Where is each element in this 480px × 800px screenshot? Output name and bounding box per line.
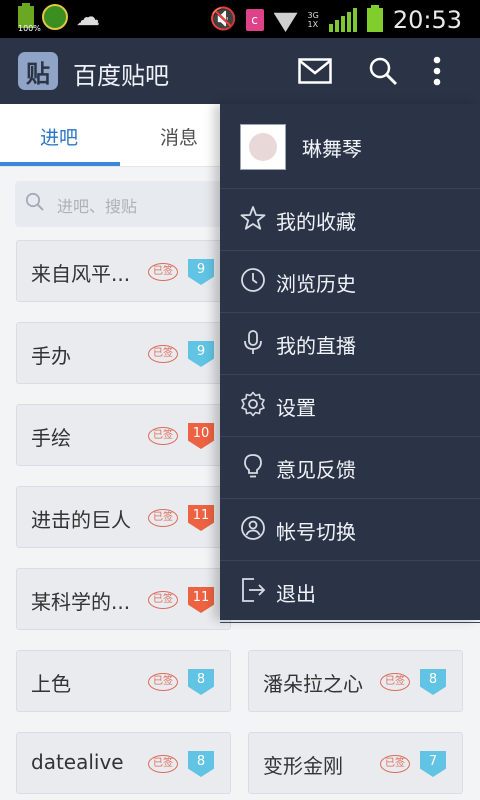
weather-icon: ☁ xyxy=(76,3,100,31)
app-bar: 贴 百度贴吧 xyxy=(0,38,480,104)
signed-stamp-icon: 已签 xyxy=(148,673,178,691)
clock-time: 20:53 xyxy=(392,6,462,34)
level-badge: 11 xyxy=(188,505,214,531)
drawer-item-label: 设置 xyxy=(276,396,316,420)
signed-stamp-icon: 已签 xyxy=(148,263,178,281)
network-type: 3G 1X xyxy=(308,11,319,29)
drawer-item[interactable]: 意见反馈 xyxy=(220,436,480,499)
signed-stamp-icon: 已签 xyxy=(148,591,178,609)
drawer-item[interactable]: 浏览历史 xyxy=(220,250,480,313)
network-type-label: 3G xyxy=(307,11,319,20)
clock-icon xyxy=(240,267,266,293)
search-input[interactable]: 进吧、搜贴 xyxy=(15,181,226,227)
tab-indicator xyxy=(0,162,120,166)
forum-card[interactable]: 上色 已签 8 xyxy=(16,650,231,712)
tab-jinba[interactable]: 进吧 xyxy=(40,123,78,150)
search-placeholder: 进吧、搜贴 xyxy=(57,197,138,216)
tab-messages[interactable]: 消息 xyxy=(160,123,198,150)
drawer-user-row[interactable]: 琳舞琴 xyxy=(220,104,480,189)
app-title: 百度贴吧 xyxy=(73,62,169,90)
forum-card[interactable]: 某科学的... 已签 11 xyxy=(16,568,231,630)
forum-card[interactable]: datealive 已签 8 xyxy=(16,732,231,794)
forum-card[interactable]: 潘朵拉之心 已签 8 xyxy=(248,650,463,712)
more-vert-icon[interactable] xyxy=(430,56,444,86)
signed-stamp-icon: 已签 xyxy=(380,755,410,773)
mail-icon[interactable] xyxy=(298,56,332,86)
level-badge: 9 xyxy=(188,341,214,367)
signed-stamp-icon: 已签 xyxy=(380,673,410,691)
forum-card[interactable]: 手办 已签 9 xyxy=(16,322,231,384)
forum-name: datealive xyxy=(31,750,124,774)
drawer-item[interactable]: 帐号切换 xyxy=(220,498,480,561)
forum-card[interactable]: 手绘 已签 10 xyxy=(16,404,231,466)
star-icon xyxy=(240,205,266,231)
forum-card[interactable]: 变形金刚 已签 7 xyxy=(248,732,463,794)
forum-name: 手绘 xyxy=(31,426,71,450)
level-badge: 8 xyxy=(188,751,214,777)
lightbulb-icon xyxy=(240,453,266,479)
battery-label: 100% xyxy=(18,24,41,33)
drawer-item-label: 意见反馈 xyxy=(276,458,356,482)
drawer-item-label: 退出 xyxy=(276,582,316,606)
forum-card[interactable]: 进击的巨人 已签 11 xyxy=(16,486,231,548)
tieba-logo-icon: 贴 xyxy=(18,52,58,90)
search-field-icon xyxy=(25,192,44,211)
level-badge: 9 xyxy=(188,259,214,285)
level-badge: 11 xyxy=(188,587,214,613)
drawer-item-label: 我的收藏 xyxy=(276,210,356,234)
level-badge: 7 xyxy=(420,751,446,777)
forum-name: 手办 xyxy=(31,344,71,368)
level-badge: 8 xyxy=(188,669,214,695)
app-c-icon: c xyxy=(245,9,264,31)
gear-icon xyxy=(240,391,266,417)
forum-name: 来自风平... xyxy=(31,262,131,286)
signed-stamp-icon: 已签 xyxy=(148,345,178,363)
forum-name: 进击的巨人 xyxy=(31,508,131,532)
level-badge: 10 xyxy=(188,423,214,449)
avatar[interactable] xyxy=(240,124,286,170)
microphone-icon xyxy=(240,329,266,355)
tab-bar: 进吧 消息 xyxy=(0,104,240,167)
signed-stamp-icon: 已签 xyxy=(148,509,178,527)
drawer-item-label: 我的直播 xyxy=(276,334,356,358)
drawer-item[interactable]: 退出 xyxy=(220,560,480,623)
network-type-sub-label: 1X xyxy=(307,20,319,29)
forum-name: 变形金刚 xyxy=(263,754,343,778)
battery-icon xyxy=(366,5,383,32)
forum-name: 某科学的... xyxy=(31,590,131,614)
mute-icon: 🔇 xyxy=(209,7,237,32)
logout-icon xyxy=(240,577,266,603)
forum-card[interactable]: 来自风平... 已签 9 xyxy=(16,240,231,302)
level-badge: 8 xyxy=(420,669,446,695)
app-notification-icon xyxy=(42,4,68,30)
side-drawer: 琳舞琴 我的收藏浏览历史我的直播设置意见反馈帐号切换退出 xyxy=(220,104,480,623)
search-icon[interactable] xyxy=(366,56,400,86)
user-name: 琳舞琴 xyxy=(302,137,362,161)
account-switch-icon xyxy=(240,515,266,541)
signed-stamp-icon: 已签 xyxy=(148,755,178,773)
forum-name: 潘朵拉之心 xyxy=(263,672,363,696)
wifi-icon xyxy=(273,12,298,32)
signed-stamp-icon: 已签 xyxy=(148,427,178,445)
drawer-item[interactable]: 我的直播 xyxy=(220,312,480,375)
signal-icon xyxy=(328,8,357,32)
drawer-item[interactable]: 我的收藏 xyxy=(220,188,480,251)
forum-name: 上色 xyxy=(31,672,71,696)
drawer-item-label: 帐号切换 xyxy=(276,520,356,544)
status-bar: ☁ 100% 🔇 c 3G 1X 20:53 xyxy=(0,0,480,38)
drawer-item[interactable]: 设置 xyxy=(220,374,480,437)
drawer-item-label: 浏览历史 xyxy=(276,272,356,296)
